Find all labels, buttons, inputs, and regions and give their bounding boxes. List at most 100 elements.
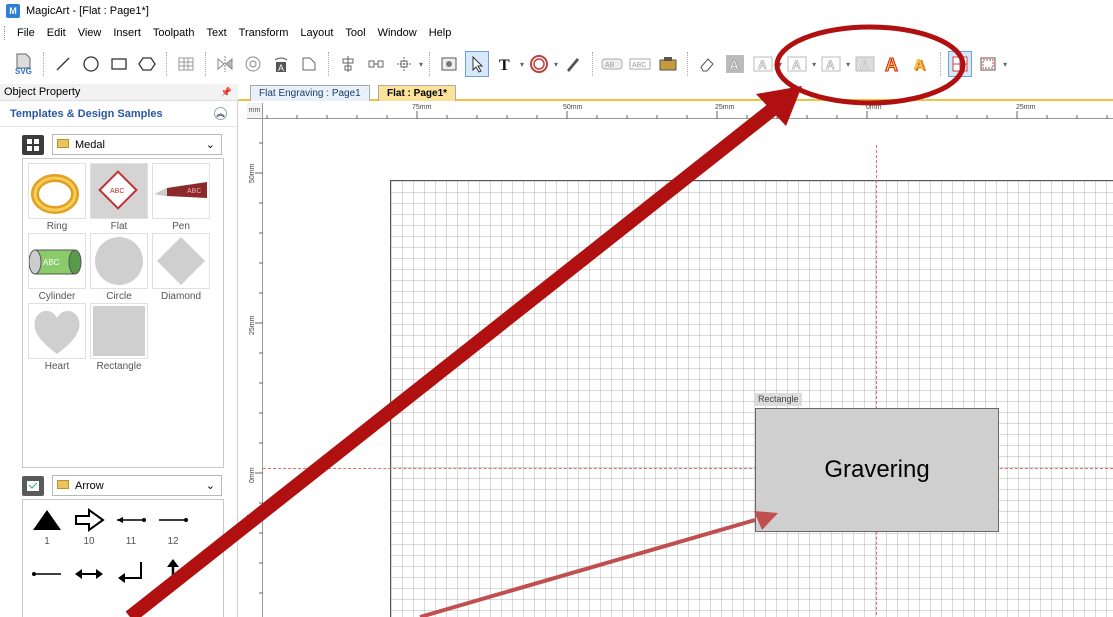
rectangle-tool-button[interactable] <box>107 51 131 77</box>
template-ring[interactable]: Ring <box>27 163 87 233</box>
arrow-item-12[interactable]: 12 <box>155 506 191 548</box>
rectangle-shape[interactable]: Gravering <box>755 408 999 532</box>
chevron-down-icon[interactable]: ▾ <box>419 60 423 69</box>
template-flat[interactable]: ABC Flat <box>89 163 149 233</box>
rotate-button[interactable] <box>241 51 265 77</box>
arrow-item-double[interactable] <box>71 558 107 586</box>
line-tool-button[interactable] <box>51 51 75 77</box>
text-tool-button[interactable]: T <box>493 51 517 77</box>
arrow-item-vertical[interactable] <box>155 558 191 586</box>
page-grid[interactable] <box>390 180 1113 617</box>
template-circle[interactable]: Circle <box>89 233 149 303</box>
table-icon <box>178 57 194 71</box>
object-property-title: Object Property <box>4 86 81 98</box>
arrange-button[interactable] <box>392 51 416 77</box>
select-arrow-button[interactable] <box>465 51 490 77</box>
mirror-icon <box>217 56 233 72</box>
ruler-label: 75mm <box>412 104 432 111</box>
menu-grip <box>4 26 7 40</box>
arrow-item-10[interactable]: 10 <box>71 506 107 548</box>
toolbar-separator <box>166 52 167 76</box>
menu-edit[interactable]: Edit <box>41 22 72 44</box>
distribute-button[interactable] <box>364 51 388 77</box>
menu-transform[interactable]: Transform <box>233 22 295 44</box>
menu-layout[interactable]: Layout <box>294 22 339 44</box>
image-icon <box>441 57 457 71</box>
svg-text:A: A <box>860 58 869 72</box>
image-button[interactable] <box>437 51 461 77</box>
outline-a-button[interactable]: A <box>723 51 747 77</box>
chevron-down-icon[interactable]: ▾ <box>846 60 850 69</box>
menu-toolpath[interactable]: Toolpath <box>147 22 201 44</box>
menu-window[interactable]: Window <box>372 22 423 44</box>
toolbar-separator <box>429 52 431 76</box>
text-path-button[interactable]: ABC <box>628 51 652 77</box>
menu-file[interactable]: File <box>11 22 41 44</box>
text-frame-button[interactable]: A <box>269 51 293 77</box>
crop-button[interactable] <box>297 51 321 77</box>
menu-text[interactable]: Text <box>200 22 232 44</box>
table-button[interactable] <box>174 51 198 77</box>
collapse-icon[interactable]: ︽ <box>214 107 227 120</box>
svg-import-button[interactable]: SVG <box>12 51 36 77</box>
shadow-a-button[interactable]: AA <box>909 51 933 77</box>
window-title: MagicArt - [Flat : Page1*] <box>26 5 149 17</box>
medal-dropdown[interactable]: Medal ⌄ <box>52 134 222 155</box>
arrow-dropdown[interactable]: Arrow ⌄ <box>52 475 222 496</box>
medal-template-grid: Ring ABC Flat ABC Pen ABC Cylinder Circl… <box>22 158 224 468</box>
arrow-item-1[interactable]: 1 <box>29 506 65 548</box>
arrow-item-line[interactable] <box>29 558 65 586</box>
vertical-guide[interactable] <box>876 145 877 617</box>
template-diamond[interactable]: Diamond <box>151 233 211 303</box>
align-button[interactable] <box>336 51 360 77</box>
arrow-item-return[interactable] <box>113 558 149 586</box>
svg-import-icon: SVG <box>15 53 32 76</box>
template-pen[interactable]: ABC Pen <box>151 163 211 233</box>
pin-icon[interactable]: 📌 <box>221 87 232 98</box>
eraser-button[interactable] <box>695 51 719 77</box>
outline-a-button-2[interactable]: A <box>751 51 775 77</box>
text-effect-button[interactable]: AB <box>600 51 624 77</box>
chevron-down-icon[interactable]: ▾ <box>778 60 782 69</box>
diamond-template-icon <box>157 237 205 285</box>
templates-header[interactable]: Templates & Design Samples ︽ <box>0 101 237 127</box>
shape-text[interactable]: Gravering <box>824 456 929 484</box>
svg-text:T: T <box>499 57 510 73</box>
chevron-down-icon[interactable]: ▾ <box>1003 60 1007 69</box>
chevron-down-icon[interactable]: ▾ <box>812 60 816 69</box>
menu-view[interactable]: View <box>72 22 108 44</box>
horizontal-ruler[interactable]: 75mm 50mm 25mm 0mm 25mm <box>247 103 1113 119</box>
svg-text:ABC: ABC <box>187 188 201 195</box>
svg-text:ABC: ABC <box>110 188 124 195</box>
arrow-item-11[interactable]: 11 <box>113 506 149 548</box>
colored-a-button[interactable]: A <box>881 51 905 77</box>
polygon-tool-button[interactable] <box>135 51 159 77</box>
frame-button[interactable] <box>976 51 1000 77</box>
outline-a-button-4[interactable]: A <box>819 51 843 77</box>
menu-help[interactable]: Help <box>423 22 458 44</box>
ruler-corner[interactable]: mm <box>247 103 263 119</box>
select-arrow-icon <box>472 55 484 73</box>
menu-tool[interactable]: Tool <box>339 22 371 44</box>
pen-template-icon: ABC <box>155 182 207 198</box>
circle-tool-button[interactable] <box>79 51 103 77</box>
triangle-arrow-icon <box>33 510 61 530</box>
menu-insert[interactable]: Insert <box>107 22 147 44</box>
vertical-ruler[interactable]: 50mm 25mm 0mm <box>247 103 263 617</box>
pen-button[interactable] <box>561 51 585 77</box>
ring-button[interactable] <box>527 51 551 77</box>
template-cylinder[interactable]: ABC Cylinder <box>27 233 87 303</box>
template-heart[interactable]: Heart <box>27 303 87 373</box>
chevron-down-icon[interactable]: ▾ <box>554 60 558 69</box>
design-canvas[interactable]: Rectangle Gravering 75mm 50mm 25mm 0mm 2… <box>247 103 1113 617</box>
outline-a-button-3[interactable]: A <box>785 51 809 77</box>
snap-grid-button[interactable] <box>948 51 973 77</box>
photo-button[interactable] <box>656 51 680 77</box>
mirror-button[interactable] <box>213 51 237 77</box>
outline-a-button-5[interactable]: A <box>853 51 877 77</box>
shadow-a-icon: AA <box>913 57 927 74</box>
chevron-down-icon[interactable]: ▾ <box>520 60 524 69</box>
tab-flat-page1[interactable]: Flat : Page1* <box>378 85 457 101</box>
template-rectangle[interactable]: Rectangle <box>89 303 149 373</box>
tab-flat-engraving[interactable]: Flat Engraving : Page1 <box>250 85 370 101</box>
